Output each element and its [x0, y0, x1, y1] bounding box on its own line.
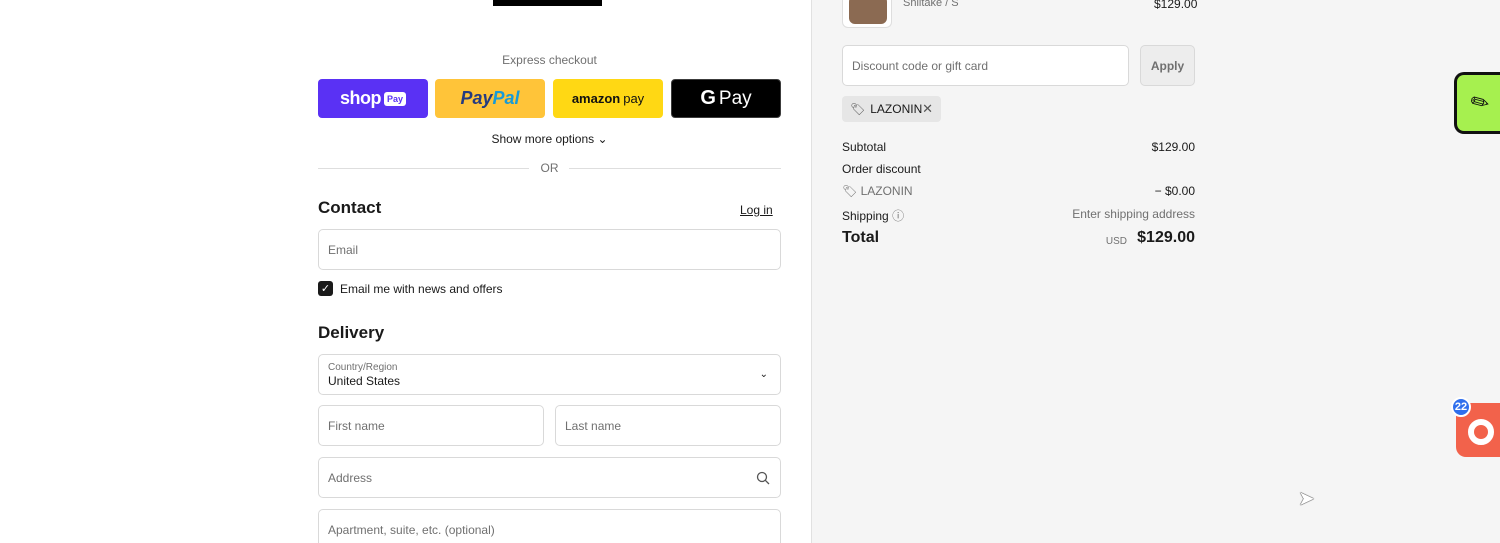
- paypal-logo-part1: Pay: [460, 88, 493, 108]
- remove-discount-icon[interactable]: ✕: [922, 101, 933, 117]
- google-pay-button[interactable]: G Pay: [671, 79, 781, 118]
- product-variant: Shiitake / S: [903, 0, 959, 9]
- delivery-heading: Delivery: [318, 323, 385, 342]
- shop-pay-button[interactable]: shop Pay: [318, 79, 428, 118]
- contact-heading: Contact: [318, 198, 382, 217]
- shop-pay-logo-text: shop: [339, 88, 382, 108]
- discount-code-name: LAZONIN: [860, 184, 913, 198]
- subtotal-label: Subtotal: [842, 140, 887, 154]
- shop-pay-logo-badge: Pay: [383, 91, 406, 106]
- discount-placeholder: Discount code or gift card: [852, 59, 989, 73]
- shipping-value: Enter shipping address: [1072, 207, 1195, 221]
- country-select[interactable]: Country/Region United States ⌄: [318, 354, 781, 395]
- paypal-button[interactable]: Pay Pal: [435, 79, 545, 118]
- subtotal-row: Subtotal $129.00: [842, 140, 1195, 156]
- or-divider: OR: [318, 161, 781, 177]
- total-value: $129.00: [1137, 229, 1195, 246]
- google-g-icon: G: [700, 87, 716, 109]
- country-label: Country/Region: [328, 362, 398, 373]
- shipping-label-wrap: Shipping ⓘ: [842, 207, 904, 224]
- order-discount-label: Order discount: [842, 162, 921, 176]
- floating-widget-button[interactable]: ✎: [1454, 72, 1500, 134]
- product-thumbnail: [842, 0, 892, 28]
- chat-icon: [1468, 419, 1494, 445]
- last-name-placeholder: Last name: [565, 419, 622, 433]
- log-in-link[interactable]: Log in: [740, 203, 773, 217]
- subtotal-value: $129.00: [1151, 140, 1195, 154]
- address-placeholder: Address: [328, 471, 373, 485]
- first-name-field[interactable]: First name: [318, 405, 544, 446]
- email-placeholder: Email: [328, 243, 359, 257]
- last-name-field[interactable]: Last name: [555, 405, 781, 446]
- discount-code-value: − $0.00: [1154, 184, 1195, 198]
- chevron-down-icon: ⌄: [759, 369, 768, 380]
- newsletter-label[interactable]: Email me with news and offers: [340, 282, 503, 296]
- discount-code-row: 🏷︎ LAZONIN − $0.00: [842, 184, 1195, 200]
- shipping-label: Shipping: [842, 209, 889, 223]
- amazon-pay-text: pay: [623, 91, 645, 106]
- amazon-logo: amazon: [571, 91, 621, 106]
- email-field[interactable]: Email: [318, 229, 781, 270]
- discount-code-label: 🏷︎ LAZONIN: [842, 184, 913, 198]
- first-name-placeholder: First name: [328, 419, 385, 433]
- currency-code: USD: [1105, 236, 1127, 247]
- checkout-form-panel: Express checkout shop Pay Pay Pal amazon p…: [0, 0, 811, 543]
- search-icon: [756, 471, 770, 485]
- total-label: Total: [842, 229, 880, 246]
- help-icon[interactable]: ⓘ: [892, 209, 904, 223]
- notification-badge: 22: [1451, 397, 1471, 417]
- applied-discount-chip: 🏷︎ LAZONIN ✕: [842, 96, 941, 122]
- store-logo[interactable]: [493, 0, 602, 6]
- google-pay-text: Pay: [718, 87, 752, 109]
- apply-discount-button[interactable]: Apply: [1140, 45, 1195, 86]
- tag-icon: 🏷︎: [842, 184, 861, 198]
- total-row: Total USD $129.00: [842, 229, 1195, 251]
- or-label: OR: [540, 161, 559, 175]
- order-discount-row: Order discount: [842, 162, 1195, 178]
- address-field[interactable]: Address: [318, 457, 781, 498]
- applied-code-label: LAZONIN: [870, 102, 923, 116]
- amazon-pay-button[interactable]: amazon pay: [553, 79, 663, 118]
- newsletter-checkbox[interactable]: ✓: [318, 281, 333, 296]
- apartment-placeholder: Apartment, suite, etc. (optional): [328, 523, 495, 537]
- paypal-logo-part2: Pal: [492, 88, 520, 108]
- product-image: [849, 0, 887, 24]
- tag-icon: 🏷︎: [850, 102, 866, 116]
- shipping-row: Shipping ⓘ Enter shipping address: [842, 207, 1195, 223]
- discount-code-input[interactable]: Discount code or gift card: [842, 45, 1129, 86]
- tool-icon: ✎: [1466, 87, 1495, 119]
- product-price: $129.00: [1154, 0, 1198, 11]
- show-more-options-link[interactable]: Show more options ⌄: [318, 132, 781, 146]
- country-value: United States: [328, 374, 401, 388]
- apartment-field[interactable]: Apartment, suite, etc. (optional): [318, 509, 781, 543]
- express-checkout-title: Express checkout: [502, 53, 597, 67]
- mouse-cursor-icon: ➤: [1298, 488, 1315, 510]
